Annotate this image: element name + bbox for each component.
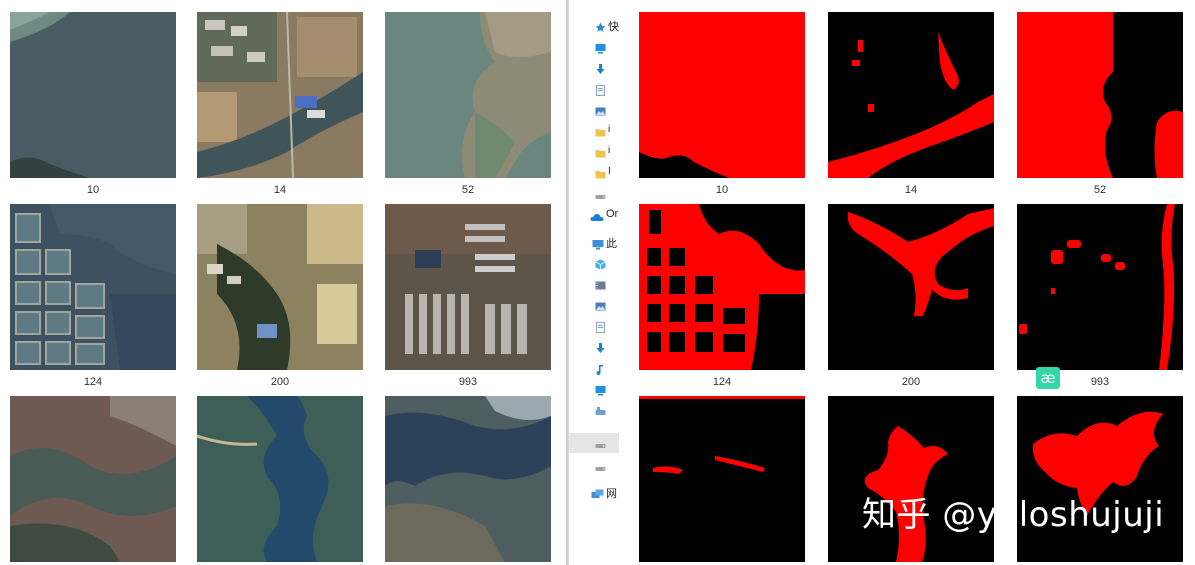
nav-item-documents[interactable]	[569, 316, 620, 336]
picture-icon	[595, 299, 606, 311]
mask-thumbnail-52[interactable]	[1017, 12, 1183, 178]
thumbnail-caption: 52	[461, 184, 475, 196]
ae-logo-icon: æ	[1036, 367, 1060, 389]
mask-thumbnail[interactable]	[639, 396, 805, 562]
thumbnail-caption: 14	[273, 184, 287, 196]
image-thumbnail[interactable]	[10, 396, 176, 562]
document-icon	[595, 83, 606, 96]
image-thumbnail-200[interactable]	[197, 204, 363, 370]
mask-thumbnail[interactable]	[828, 396, 994, 562]
nav-item-downloads[interactable]	[569, 58, 620, 78]
computer-icon	[592, 237, 604, 250]
thumbnail-caption: 52	[1093, 184, 1107, 196]
drive-icon	[595, 460, 606, 471]
folder-icon	[595, 146, 606, 158]
nav-item-3d-objects[interactable]	[569, 253, 620, 273]
mask-thumbnail-14[interactable]	[828, 12, 994, 178]
thumbnail-caption: 10	[86, 184, 100, 196]
image-thumbnail[interactable]	[385, 396, 551, 562]
drive-icon	[595, 437, 606, 448]
thumbnail-caption: 124	[83, 376, 103, 388]
nav-item-this-pc[interactable]: 此	[569, 233, 620, 253]
mask-thumbnail-993[interactable]	[1017, 204, 1183, 370]
nav-item-onedrive[interactable]: Or	[569, 206, 620, 226]
thumbnail-caption: 124	[712, 376, 732, 388]
image-thumbnail-14[interactable]	[197, 12, 363, 178]
nav-item-desktop[interactable]	[569, 379, 620, 399]
nav-item-drive[interactable]	[569, 456, 620, 476]
image-thumbnail-52[interactable]	[385, 12, 551, 178]
thumbnail-caption: 200	[901, 376, 921, 388]
nav-item-downloads[interactable]	[569, 337, 620, 357]
cube-icon	[595, 257, 606, 270]
thumbnail-caption: 993	[458, 376, 478, 388]
picture-icon	[595, 104, 606, 116]
music-icon	[595, 362, 606, 375]
mask-image-grid: 10 14 52 124 200 993	[619, 0, 1195, 565]
image-thumbnail-993[interactable]	[385, 204, 551, 370]
nav-item-drive[interactable]	[569, 184, 620, 204]
thumbnail-caption: 200	[270, 376, 290, 388]
nav-item-local-disk[interactable]	[569, 400, 620, 420]
thumbnail-caption: 10	[715, 184, 729, 196]
network-icon	[591, 487, 604, 498]
mask-thumbnail[interactable]	[1017, 396, 1183, 562]
document-icon	[595, 320, 606, 333]
video-icon	[595, 278, 606, 290]
image-thumbnail[interactable]	[197, 396, 363, 562]
nav-item-pictures[interactable]	[569, 295, 620, 315]
drive-icon	[595, 188, 606, 199]
mask-thumbnail-200[interactable]	[828, 204, 994, 370]
download-icon	[595, 62, 606, 74]
drive-icon	[595, 404, 606, 415]
nav-item-desktop[interactable]	[569, 37, 620, 57]
nav-item-documents[interactable]	[569, 79, 620, 99]
folder-icon	[595, 167, 606, 179]
star-icon	[595, 20, 606, 32]
satellite-image-grid: 10 14 52 124 200 993	[0, 0, 566, 565]
download-icon	[595, 341, 606, 353]
mask-thumbnail-10[interactable]	[639, 12, 805, 178]
desktop-icon	[595, 383, 606, 396]
nav-item-pictures[interactable]	[569, 100, 620, 120]
nav-item-drive-selected[interactable]	[569, 433, 620, 453]
nav-item-folder[interactable]: i	[569, 142, 620, 162]
nav-item-network[interactable]: 网	[569, 483, 620, 503]
nav-item-folder[interactable]: i	[569, 121, 620, 141]
desktop-icon	[595, 41, 606, 54]
nav-item-quick-access[interactable]: 快	[569, 16, 620, 36]
explorer-navigation-pane: 快 i i I Or 此 网	[568, 0, 620, 565]
image-thumbnail-10[interactable]	[10, 12, 176, 178]
mask-thumbnail-124[interactable]	[639, 204, 805, 370]
cloud-icon	[590, 210, 604, 221]
folder-icon	[595, 125, 606, 137]
zhihu-watermark: 知乎 @yoloshujuji	[862, 495, 1165, 535]
thumbnail-caption: 14	[904, 184, 918, 196]
image-thumbnail-124[interactable]	[10, 204, 176, 370]
nav-item-folder[interactable]: I	[569, 163, 620, 183]
nav-item-videos[interactable]	[569, 274, 620, 294]
nav-item-music[interactable]	[569, 358, 620, 378]
